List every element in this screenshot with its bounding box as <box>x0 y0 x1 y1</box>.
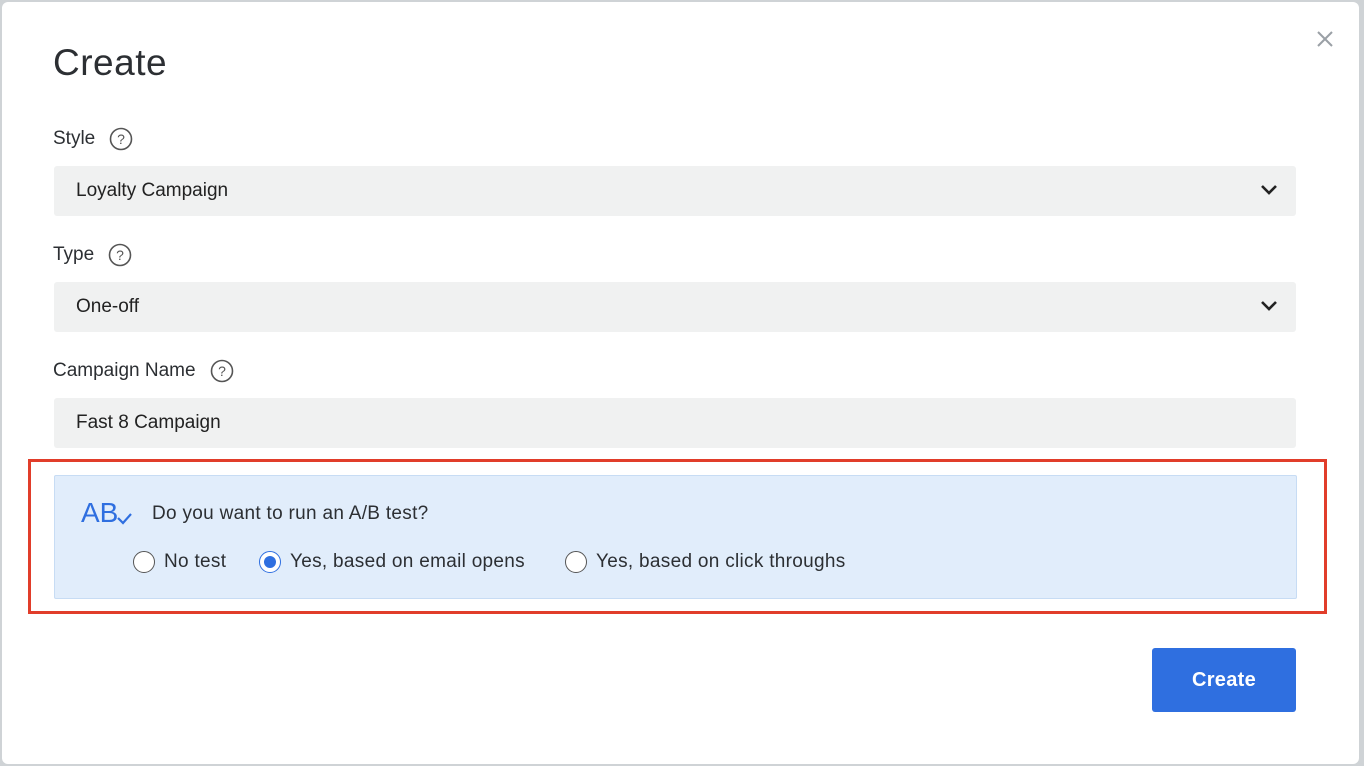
type-select-value: One-off <box>76 296 140 317</box>
ab-test-icon: AB <box>81 497 132 528</box>
style-label-text: Style <box>53 128 96 149</box>
radio-button[interactable] <box>133 551 155 573</box>
svg-text:?: ? <box>116 247 124 263</box>
question-circle-icon[interactable]: ? <box>109 127 133 151</box>
question-circle-icon[interactable]: ? <box>210 359 234 383</box>
ab-test-panel: AB Do you want to run an A/B test? No te… <box>54 475 1297 599</box>
style-select-value: Loyalty Campaign <box>76 180 229 201</box>
question-circle-icon[interactable]: ? <box>108 243 132 267</box>
chevron-down-icon <box>1261 185 1277 195</box>
close-icon[interactable] <box>1312 26 1338 52</box>
campaign-name-input[interactable]: Fast 8 Campaign <box>54 398 1296 448</box>
ab-test-question: Do you want to run an A/B test? <box>152 503 429 524</box>
campaign-name-value: Fast 8 Campaign <box>76 412 221 433</box>
dialog-title: Create <box>53 42 168 83</box>
campaign-name-label: Campaign Name ? <box>53 359 234 383</box>
radio-email-opens[interactable]: Yes, based on email opens <box>259 551 525 573</box>
radio-label: Yes, based on email opens <box>290 551 525 572</box>
type-select[interactable]: One-off <box>54 282 1296 332</box>
campaign-name-label-text: Campaign Name <box>53 360 196 381</box>
radio-button[interactable] <box>565 551 587 573</box>
radio-button-selected[interactable] <box>259 551 281 573</box>
radio-label: Yes, based on click throughs <box>596 551 846 572</box>
svg-text:AB: AB <box>81 497 118 528</box>
svg-text:?: ? <box>117 131 125 147</box>
type-label: Type ? <box>53 243 132 267</box>
create-campaign-dialog: Create Style ? Loyalty Campaign Type ? O… <box>2 2 1359 764</box>
radio-label: No test <box>164 551 227 572</box>
svg-text:?: ? <box>218 363 226 379</box>
chevron-down-icon <box>1261 301 1277 311</box>
type-label-text: Type <box>53 244 95 265</box>
style-label: Style ? <box>53 127 133 151</box>
radio-no-test[interactable]: No test <box>133 551 226 573</box>
create-button[interactable]: Create <box>1152 648 1296 712</box>
style-select[interactable]: Loyalty Campaign <box>54 166 1296 216</box>
radio-click-throughs[interactable]: Yes, based on click throughs <box>565 551 846 573</box>
